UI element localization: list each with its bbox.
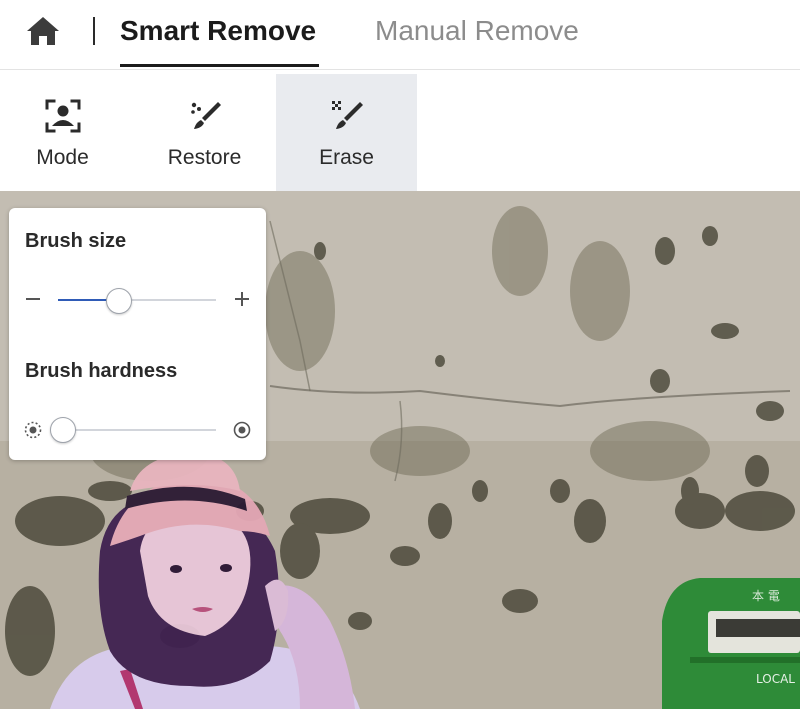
mode-button[interactable]: Mode (0, 74, 133, 191)
mailbox-top-text: 本 電 (752, 589, 780, 603)
tab-smart-remove[interactable]: Smart Remove (120, 12, 316, 54)
mode-label: Mode (36, 146, 89, 169)
restore-label: Restore (167, 146, 242, 169)
erase-button[interactable]: Erase (276, 74, 417, 191)
brush-hardness-track[interactable] (58, 429, 216, 431)
brush-size-label: Brush size (25, 230, 127, 252)
top-tab-bar: Smart Remove Manual Remove (0, 0, 800, 70)
tab-divider (93, 17, 95, 45)
brush-settings-panel: Brush size Brush hardness (9, 208, 266, 460)
soft-brush-icon[interactable] (23, 420, 43, 440)
restore-brush-icon (185, 96, 225, 136)
tab-manual-remove[interactable]: Manual Remove (375, 12, 579, 54)
tool-bar: Mode Restore Erase (0, 70, 800, 191)
active-tab-indicator (120, 64, 319, 67)
face-focus-icon (43, 96, 83, 136)
decrease-size-icon[interactable] (23, 289, 43, 309)
hard-brush-icon[interactable] (232, 420, 252, 440)
brush-size-slider-handle[interactable] (106, 288, 133, 314)
home-icon[interactable] (25, 14, 61, 48)
brush-hardness-label: Brush hardness (25, 360, 178, 382)
restore-button[interactable]: Restore (134, 74, 275, 191)
mailbox-local-text: LOCAL (756, 672, 795, 686)
erase-brush-icon (327, 96, 367, 136)
erase-label: Erase (319, 146, 374, 169)
brush-hardness-slider-handle[interactable] (50, 417, 76, 443)
increase-size-icon[interactable] (232, 289, 252, 309)
